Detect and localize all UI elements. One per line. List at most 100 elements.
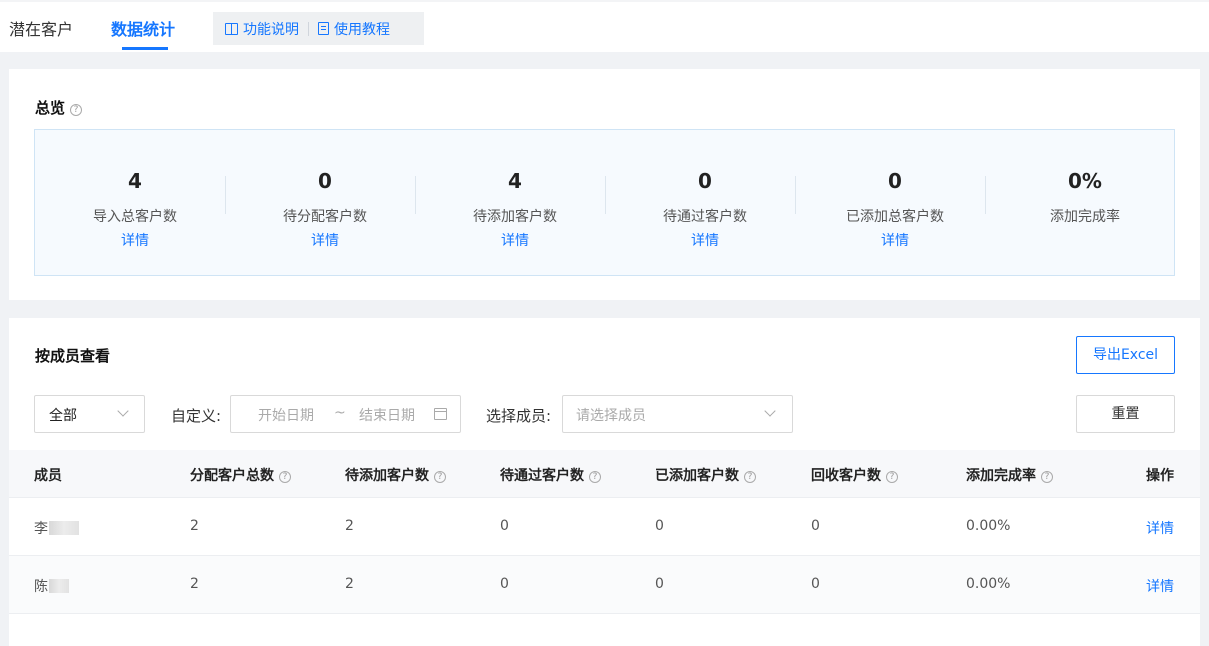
stat-value: 0: [318, 169, 332, 193]
help-icon[interactable]: ?: [744, 471, 756, 483]
stat-pending-assign: 0 待分配客户数 详情: [230, 130, 420, 275]
stat-value: 0%: [1068, 169, 1102, 193]
cell-to-pass: 0: [500, 576, 509, 592]
row-detail-link[interactable]: 详情: [1146, 518, 1174, 538]
reset-button[interactable]: 重置: [1076, 395, 1175, 433]
range-separator: ~: [334, 405, 346, 421]
column-header-recycled: 回收客户数?: [811, 465, 898, 485]
stat-label: 导入总客户数: [93, 209, 177, 225]
overview-title-text: 总览: [35, 99, 66, 117]
help-icon[interactable]: ?: [886, 471, 898, 483]
column-header-recycled-text: 回收客户数: [811, 468, 881, 484]
start-date-input[interactable]: 开始日期: [258, 405, 314, 425]
stat-value: 4: [128, 169, 142, 193]
end-date-input[interactable]: 结束日期: [359, 405, 415, 425]
stat-divider: [225, 176, 226, 214]
cell-recycled: 0: [811, 518, 820, 534]
stat-label: 待通过客户数: [663, 209, 747, 225]
cell-rate: 0.00%: [966, 518, 1011, 534]
overview-card: 总览? 4 导入总客户数 详情 0 待分配客户数 详情 4 待添加客户数 详情 …: [9, 69, 1200, 300]
help-icon[interactable]: ?: [1041, 471, 1053, 483]
help-toolbar: 功能说明 使用教程: [213, 12, 424, 45]
column-header-added-text: 已添加客户数: [655, 468, 739, 484]
member-name: 李: [34, 518, 79, 538]
member-select-label: 选择成员:: [486, 407, 552, 425]
member-name: 陈: [34, 576, 69, 596]
member-view-title: 按成员查看: [35, 347, 111, 365]
stat-divider: [415, 176, 416, 214]
column-header-to-add-text: 待添加客户数: [345, 468, 429, 484]
cell-to-add: 2: [345, 518, 354, 534]
stat-imported-total: 4 导入总客户数 详情: [40, 130, 230, 275]
help-icon[interactable]: ?: [589, 471, 601, 483]
cell-to-add: 2: [345, 576, 354, 592]
column-header-to-add: 待添加客户数?: [345, 465, 446, 485]
column-header-added: 已添加客户数?: [655, 465, 756, 485]
cell-recycled: 0: [811, 576, 820, 592]
member-select-placeholder: 请选择成员: [576, 408, 646, 424]
tutorial-link[interactable]: 使用教程: [318, 19, 390, 39]
range-select[interactable]: 全部: [34, 395, 145, 433]
active-tab-indicator: [122, 47, 168, 50]
stat-pending-approve: 0 待通过客户数 详情: [610, 130, 800, 275]
help-icon[interactable]: ?: [434, 471, 446, 483]
column-header-action: 操作: [1146, 468, 1174, 484]
stat-label: 待添加客户数: [473, 209, 557, 225]
stat-label: 已添加总客户数: [846, 209, 944, 225]
column-header-rate-text: 添加完成率: [966, 468, 1036, 484]
document-icon: [318, 22, 329, 35]
member-table-header: 成员 分配客户总数? 待添加客户数? 待通过客户数? 已添加客户数? 回收客户数…: [9, 450, 1200, 498]
stat-value: 4: [508, 169, 522, 193]
toolbar-divider: [308, 21, 309, 36]
row-detail-link[interactable]: 详情: [1146, 576, 1174, 596]
cell-to-pass: 0: [500, 518, 509, 534]
member-view-card: 按成员查看 导出Excel 全部 自定义: 开始日期 ~ 结束日期 选择成员: …: [9, 318, 1200, 646]
column-header-assigned-text: 分配客户总数: [190, 468, 274, 484]
stat-added-total: 0 已添加总客户数 详情: [800, 130, 990, 275]
overview-title: 总览?: [35, 97, 83, 118]
cell-added: 0: [655, 518, 664, 534]
table-row: 李 2 2 0 0 0 0.00% 详情: [9, 498, 1200, 556]
feature-description-link[interactable]: 功能说明: [225, 19, 299, 39]
custom-range-label: 自定义:: [171, 407, 222, 425]
export-excel-button[interactable]: 导出Excel: [1076, 336, 1175, 374]
help-icon[interactable]: ?: [70, 104, 83, 116]
tab-potential-customers[interactable]: 潜在客户: [9, 16, 73, 40]
stat-divider: [985, 176, 986, 214]
member-name-text: 陈: [34, 579, 48, 595]
tab-data-statistics[interactable]: 数据统计: [111, 16, 175, 40]
column-header-rate: 添加完成率?: [966, 465, 1053, 485]
chevron-down-icon: [764, 405, 776, 417]
range-select-value: 全部: [49, 408, 77, 424]
help-icon[interactable]: ?: [279, 471, 291, 483]
tutorial-label: 使用教程: [334, 21, 390, 38]
cell-assigned: 2: [190, 518, 199, 534]
stat-divider: [795, 176, 796, 214]
stat-value: 0: [698, 169, 712, 193]
stat-detail-link[interactable]: 详情: [800, 230, 990, 250]
top-tab-bar: 潜在客户 数据统计 功能说明 使用教程: [0, 0, 1209, 52]
stat-detail-link[interactable]: 详情: [230, 230, 420, 250]
stat-pending-add: 4 待添加客户数 详情: [420, 130, 610, 275]
column-header-to-pass: 待通过客户数?: [500, 465, 601, 485]
chevron-down-icon: [117, 405, 129, 417]
member-select[interactable]: 请选择成员: [562, 395, 793, 433]
stat-detail-link[interactable]: 详情: [610, 230, 800, 250]
stat-label: 待分配客户数: [283, 209, 367, 225]
column-header-assigned: 分配客户总数?: [190, 465, 291, 485]
cell-rate: 0.00%: [966, 576, 1011, 592]
stat-label: 添加完成率: [1050, 209, 1120, 225]
cell-assigned: 2: [190, 576, 199, 592]
date-range-picker[interactable]: 开始日期 ~ 结束日期: [230, 395, 461, 433]
stat-value: 0: [888, 169, 902, 193]
overview-stats-panel: 4 导入总客户数 详情 0 待分配客户数 详情 4 待添加客户数 详情 0 待通…: [34, 129, 1175, 276]
calendar-icon: [434, 408, 447, 420]
redacted-name: [49, 579, 69, 593]
stat-detail-link[interactable]: 详情: [40, 230, 230, 250]
redacted-name: [49, 521, 79, 535]
column-header-to-pass-text: 待通过客户数: [500, 468, 584, 484]
stat-detail-link[interactable]: 详情: [420, 230, 610, 250]
cell-added: 0: [655, 576, 664, 592]
member-name-text: 李: [34, 521, 48, 537]
book-icon: [225, 22, 238, 35]
